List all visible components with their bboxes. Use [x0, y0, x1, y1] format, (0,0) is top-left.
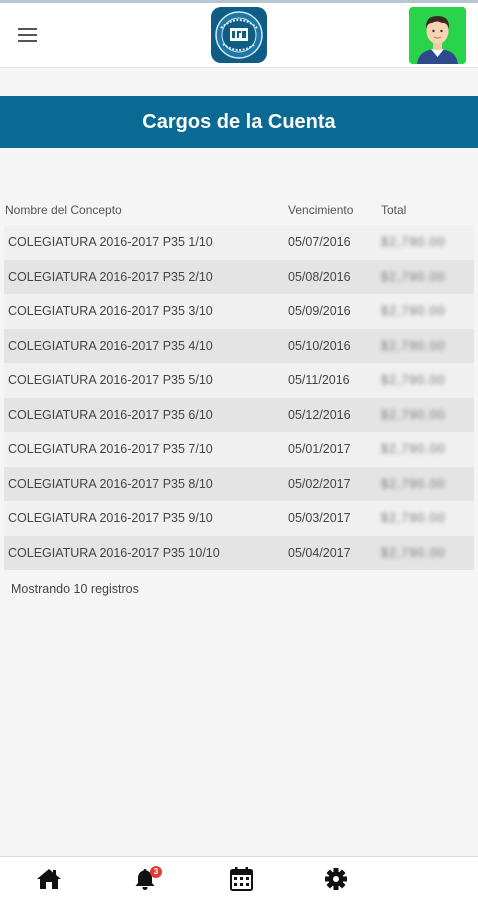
home-icon[interactable]: [36, 867, 62, 891]
user-avatar[interactable]: [409, 7, 466, 64]
calendar-icon[interactable]: [229, 867, 255, 891]
cell-total: $2,790.00: [381, 269, 446, 284]
cell-concept: COLEGIATURA 2016-2017 P35 5/10: [8, 373, 213, 388]
cell-concept: COLEGIATURA 2016-2017 P35 1/10: [8, 235, 213, 250]
cell-concept: COLEGIATURA 2016-2017 P35 10/10: [8, 545, 220, 560]
column-header-concept[interactable]: Nombre del Concepto: [4, 203, 288, 217]
cell-due-date: 05/02/2017: [288, 476, 351, 491]
table-row[interactable]: COLEGIATURA 2016-2017 P35 6/10 05/12/201…: [4, 397, 474, 432]
table-row[interactable]: COLEGIATURA 2016-2017 P35 10/10 05/04/20…: [4, 535, 474, 570]
cell-concept: COLEGIATURA 2016-2017 P35 4/10: [8, 338, 213, 353]
app-bar: [0, 3, 478, 68]
cell-due-date: 05/04/2017: [288, 545, 351, 560]
cell-concept: COLEGIATURA 2016-2017 P35 9/10: [8, 511, 213, 526]
cell-due-date: 05/03/2017: [288, 511, 351, 526]
table-row[interactable]: COLEGIATURA 2016-2017 P35 7/10 05/01/201…: [4, 432, 474, 467]
gear-icon[interactable]: [323, 867, 349, 891]
notifications-bell-icon[interactable]: 3: [133, 866, 162, 891]
cell-concept: COLEGIATURA 2016-2017 P35 2/10: [8, 269, 213, 284]
cell-total: $2,790.00: [381, 407, 446, 422]
cell-total: $2,790.00: [381, 476, 446, 491]
cell-due-date: 05/08/2016: [288, 269, 351, 284]
cell-concept: COLEGIATURA 2016-2017 P35 8/10: [8, 476, 213, 491]
table-row[interactable]: COLEGIATURA 2016-2017 P35 2/10 05/08/201…: [4, 259, 474, 294]
table-row[interactable]: COLEGIATURA 2016-2017 P35 5/10 05/11/201…: [4, 363, 474, 398]
cell-due-date: 05/07/2016: [288, 235, 351, 250]
cell-due-date: 05/11/2016: [288, 373, 350, 388]
column-header-total[interactable]: Total: [381, 203, 474, 217]
charges-table: Nombre del Concepto Vencimiento Total CO…: [4, 195, 474, 570]
cell-total: $2,790.00: [381, 511, 446, 526]
cell-total: $2,790.00: [381, 304, 446, 319]
table-row[interactable]: COLEGIATURA 2016-2017 P35 9/10 05/03/201…: [4, 501, 474, 536]
records-count-text: Mostrando 10 registros: [11, 582, 139, 596]
notification-badge: 3: [150, 866, 162, 878]
school-logo: [209, 6, 269, 64]
page-title: Cargos de la Cuenta: [142, 110, 336, 133]
cell-due-date: 05/12/2016: [288, 407, 351, 422]
cell-total: $2,790.00: [381, 545, 446, 560]
table-row[interactable]: COLEGIATURA 2016-2017 P35 8/10 05/02/201…: [4, 466, 474, 501]
cell-total: $2,790.00: [381, 338, 446, 353]
cell-due-date: 05/09/2016: [288, 304, 351, 319]
bottom-navigation: 3: [0, 856, 478, 900]
table-row[interactable]: COLEGIATURA 2016-2017 P35 3/10 05/09/201…: [4, 294, 474, 329]
cell-due-date: 05/10/2016: [288, 338, 351, 353]
table-header: Nombre del Concepto Vencimiento Total: [4, 195, 474, 225]
cell-concept: COLEGIATURA 2016-2017 P35 6/10: [8, 407, 213, 422]
hamburger-menu-icon[interactable]: [18, 28, 38, 42]
cell-total: $2,790.00: [381, 373, 446, 388]
table-row[interactable]: COLEGIATURA 2016-2017 P35 4/10 05/10/201…: [4, 328, 474, 363]
table-body: COLEGIATURA 2016-2017 P35 1/10 05/07/201…: [4, 225, 474, 570]
page-title-banner: Cargos de la Cuenta: [0, 96, 478, 148]
cell-total: $2,790.00: [381, 235, 446, 250]
column-header-due-date[interactable]: Vencimiento: [288, 203, 381, 217]
cell-concept: COLEGIATURA 2016-2017 P35 3/10: [8, 304, 213, 319]
cell-due-date: 05/01/2017: [288, 442, 351, 457]
cell-concept: COLEGIATURA 2016-2017 P35 7/10: [8, 442, 213, 457]
cell-total: $2,790.00: [381, 442, 446, 457]
table-row[interactable]: COLEGIATURA 2016-2017 P35 1/10 05/07/201…: [4, 225, 474, 260]
